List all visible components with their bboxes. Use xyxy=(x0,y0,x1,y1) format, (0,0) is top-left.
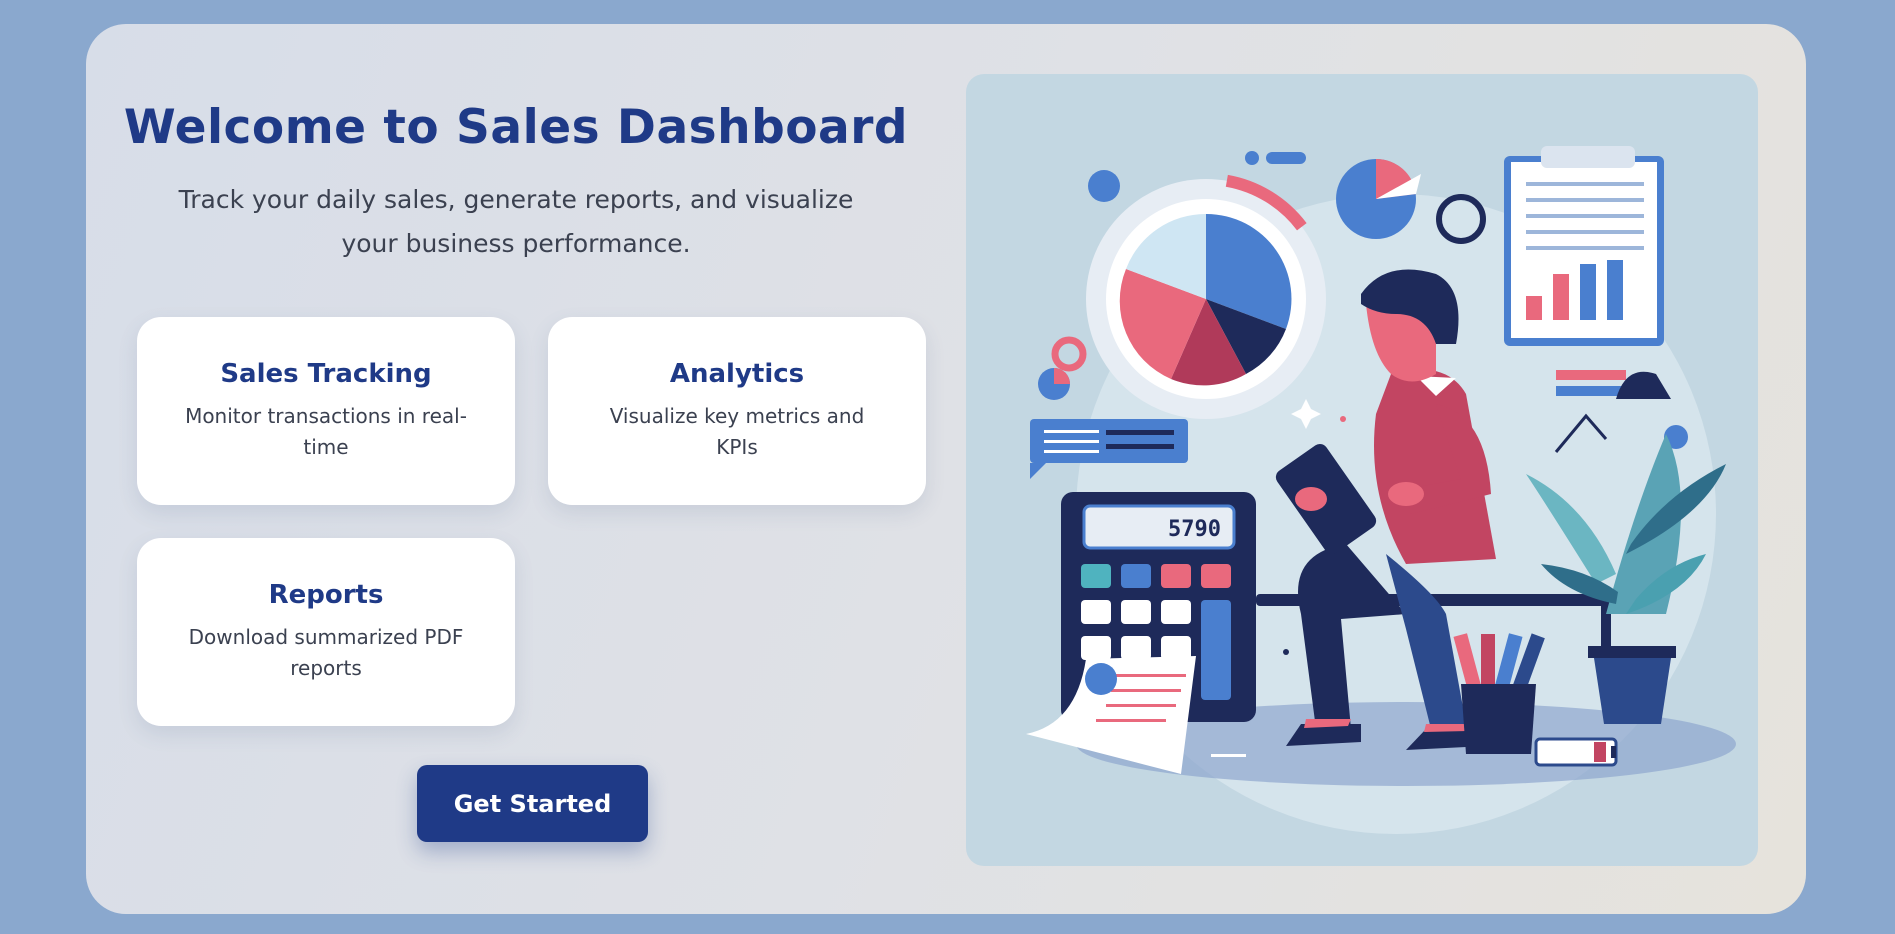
page-title: Welcome to Sales Dashboard xyxy=(123,100,909,155)
red-bar-graphic xyxy=(1556,370,1626,380)
feature-card-analytics[interactable]: Analytics Visualize key metrics and KPIs xyxy=(548,317,926,505)
dashboard-illustration: 5790 xyxy=(966,74,1758,866)
calculator-display: 5790 xyxy=(1168,517,1221,542)
page-subtitle: Track your daily sales, generate reports… xyxy=(178,185,854,258)
feature-title: Sales Tracking xyxy=(220,359,432,389)
get-started-button[interactable]: Get Started xyxy=(417,765,648,842)
feature-card-sales-tracking[interactable]: Sales Tracking Monitor transactions in r… xyxy=(137,317,515,505)
welcome-content: Welcome to Sales Dashboard Track your da… xyxy=(86,24,946,914)
analyst-illustration: 5790 xyxy=(1026,146,1736,834)
feature-title: Reports xyxy=(268,580,384,610)
feature-title: Analytics xyxy=(669,359,805,389)
feature-description: Download summarized PDF reports xyxy=(188,625,464,680)
feature-description: Monitor transactions in real-time xyxy=(185,404,467,459)
welcome-card: Welcome to Sales Dashboard Track your da… xyxy=(86,24,1806,914)
feature-card-reports[interactable]: Reports Download summarized PDF reports xyxy=(137,538,515,726)
clipboard-graphic xyxy=(1504,146,1664,346)
feature-description: Visualize key metrics and KPIs xyxy=(609,404,865,459)
